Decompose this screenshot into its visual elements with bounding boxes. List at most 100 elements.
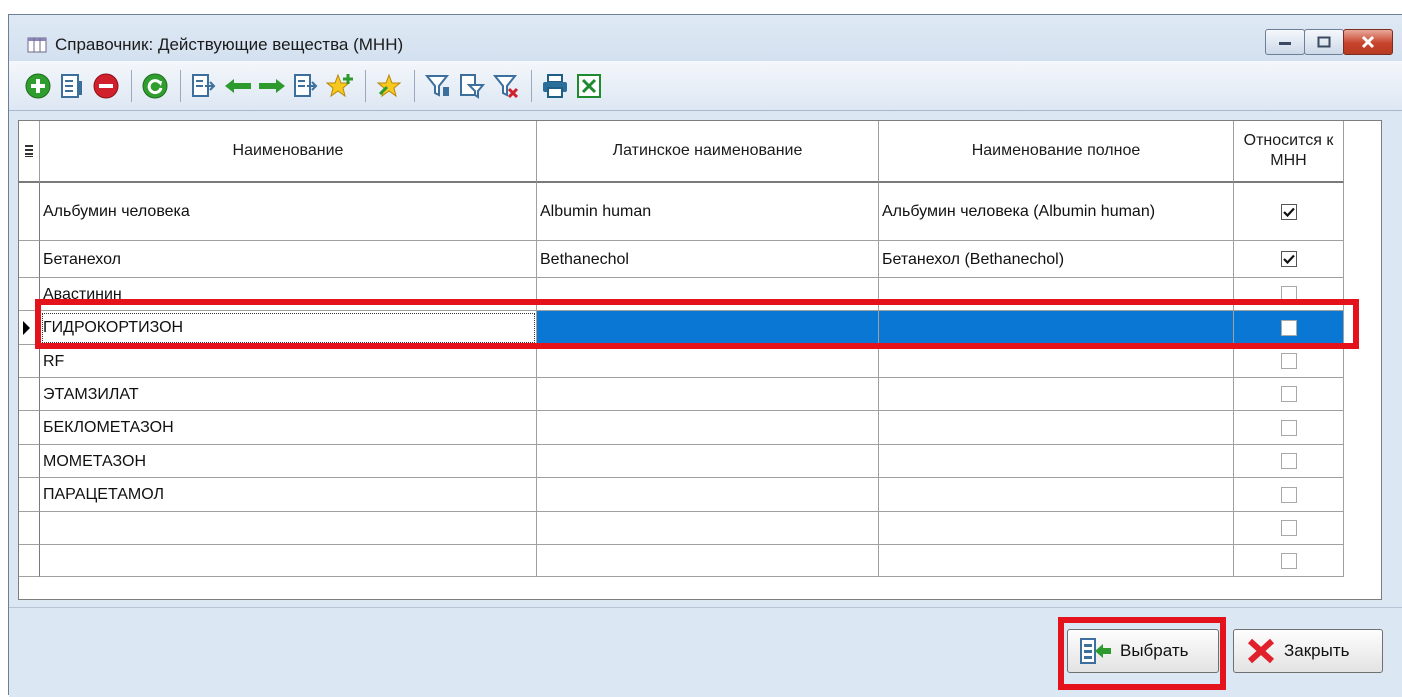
row-indicator[interactable] — [19, 345, 40, 378]
filter-edit-button[interactable] — [457, 69, 487, 103]
mnn-checkbox[interactable] — [1280, 486, 1297, 503]
cell-full[interactable]: Бетанехол (Bethanechol) — [879, 241, 1234, 278]
row-indicator[interactable] — [19, 512, 40, 545]
current-row-arrow-icon — [23, 321, 30, 335]
cell-mnn — [1234, 411, 1344, 445]
row-indicator[interactable] — [19, 378, 40, 411]
edit-button[interactable] — [57, 69, 87, 103]
cell-latin[interactable] — [537, 411, 879, 445]
reference-window: Справочник: Действующие вещества (МНН) Н… — [8, 14, 1402, 697]
mnn-checkbox[interactable] — [1280, 251, 1297, 267]
cell-name[interactable]: ЭТАМЗИЛАТ — [40, 378, 537, 411]
favorite-button[interactable] — [374, 69, 404, 103]
row-indicator[interactable] — [19, 545, 40, 577]
cell-name[interactable] — [40, 512, 537, 545]
cell-full[interactable] — [879, 445, 1234, 478]
delete-icon — [93, 73, 119, 98]
table-row[interactable]: RF — [19, 345, 1344, 378]
print-button[interactable] — [540, 69, 570, 103]
row-indicator[interactable] — [19, 411, 40, 445]
next-button[interactable] — [257, 69, 287, 103]
cell-name[interactable] — [40, 545, 537, 577]
maximize-icon — [1317, 36, 1331, 48]
add-icon — [25, 73, 51, 98]
table-row[interactable]: Бетанехол Bethanechol Бетанехол (Bethanech… — [19, 241, 1344, 278]
table-row[interactable] — [19, 545, 1344, 577]
checkmark-icon — [1282, 207, 1295, 217]
filter-button[interactable] — [423, 69, 453, 103]
cell-latin[interactable] — [537, 445, 879, 478]
excel-icon — [577, 73, 601, 98]
cell-name[interactable]: БЕКЛОМЕТАЗОН — [40, 411, 537, 445]
move-button[interactable] — [291, 69, 321, 103]
cell-name[interactable]: Бетанехол — [40, 241, 537, 278]
close-button[interactable]: Закрыть — [1233, 629, 1383, 673]
cell-full[interactable]: Альбумин человека (Albumin human) — [879, 183, 1234, 241]
cell-full[interactable] — [879, 378, 1234, 411]
mnn-checkbox[interactable] — [1280, 453, 1297, 469]
minimize-button[interactable] — [1265, 29, 1305, 55]
arrow-left-icon — [225, 78, 251, 93]
highlight-selected-row — [35, 299, 1359, 349]
toolbar — [9, 61, 1402, 111]
maximize-button[interactable] — [1304, 29, 1344, 55]
column-header[interactable]: Наименование полное — [879, 121, 1234, 183]
filter-clear-icon — [493, 74, 519, 98]
cell-name[interactable]: ПАРАЦЕТАМОЛ — [40, 478, 537, 512]
table-row[interactable] — [19, 512, 1344, 545]
cell-latin[interactable] — [537, 478, 879, 512]
star-add-icon — [326, 73, 353, 97]
cell-latin[interactable] — [537, 512, 879, 545]
filter-icon — [425, 74, 450, 97]
close-window-button[interactable] — [1343, 29, 1393, 55]
table-row[interactable]: ЭТАМЗИЛАТ — [19, 378, 1344, 411]
cell-latin[interactable] — [537, 545, 879, 577]
row-indicator[interactable] — [19, 445, 40, 478]
mnn-checkbox[interactable] — [1280, 353, 1297, 369]
cell-name[interactable]: Альбумин человека — [40, 183, 537, 241]
table-row[interactable]: Альбумин человека Albumin human Альбумин ч… — [19, 183, 1344, 241]
favorite-add-button[interactable] — [325, 69, 355, 103]
cell-latin[interactable]: Bethanechol — [537, 241, 879, 278]
mnn-checkbox[interactable] — [1280, 386, 1297, 402]
refresh-icon — [142, 73, 168, 98]
column-header[interactable]: Относится к МНН — [1234, 121, 1344, 183]
header-menu-icon[interactable] — [19, 121, 40, 183]
delete-button[interactable] — [91, 69, 121, 103]
row-indicator[interactable] — [19, 241, 40, 278]
table-row[interactable]: БЕКЛОМЕТАЗОН — [19, 411, 1344, 445]
cell-name[interactable]: МОМЕТАЗОН — [40, 445, 537, 478]
cell-name[interactable]: RF — [40, 345, 537, 378]
mnn-checkbox[interactable] — [1280, 520, 1297, 536]
cell-latin[interactable] — [537, 345, 879, 378]
minimize-icon — [1279, 42, 1291, 45]
table-row[interactable]: МОМЕТАЗОН — [19, 445, 1344, 478]
table-row[interactable]: ПАРАЦЕТАМОЛ — [19, 478, 1344, 512]
cell-full[interactable] — [879, 345, 1234, 378]
row-indicator[interactable] — [19, 478, 40, 512]
cell-latin[interactable]: Albumin human — [537, 183, 879, 241]
column-header[interactable]: Наименование — [40, 121, 537, 183]
highlight-select-button — [1058, 617, 1226, 690]
cell-full[interactable] — [879, 512, 1234, 545]
copy-button[interactable] — [189, 69, 219, 103]
mnn-checkbox[interactable] — [1280, 419, 1297, 436]
mnn-checkbox[interactable] — [1280, 203, 1297, 220]
filter-edit-icon — [460, 73, 485, 99]
edit-icon — [61, 73, 82, 98]
cell-full[interactable] — [879, 411, 1234, 445]
column-header[interactable]: Латинское наименование — [537, 121, 879, 183]
cell-latin[interactable] — [537, 378, 879, 411]
prev-button[interactable] — [223, 69, 253, 103]
refresh-button[interactable] — [140, 69, 170, 103]
row-indicator[interactable] — [19, 183, 40, 241]
cell-mnn — [1234, 241, 1344, 278]
cell-full[interactable] — [879, 478, 1234, 512]
title-bar[interactable]: Справочник: Действующие вещества (МНН) — [9, 15, 1402, 61]
mnn-checkbox[interactable] — [1280, 552, 1297, 569]
filter-clear-button[interactable] — [491, 69, 521, 103]
cell-mnn — [1234, 183, 1344, 241]
cell-full[interactable] — [879, 545, 1234, 577]
excel-button[interactable] — [574, 69, 604, 103]
add-button[interactable] — [23, 69, 53, 103]
